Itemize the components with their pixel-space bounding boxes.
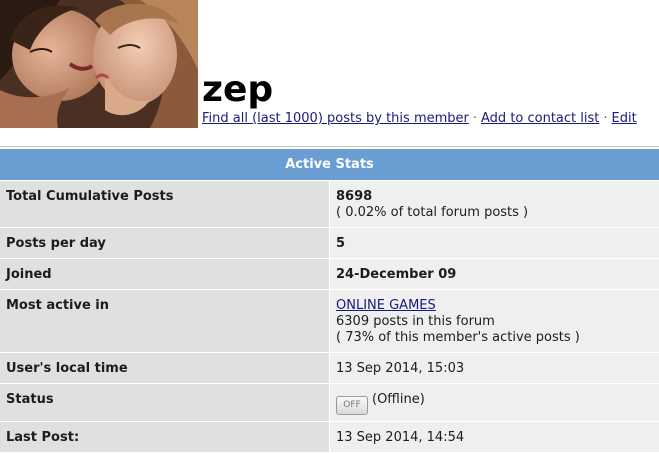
table-row: Most active in ONLINE GAMES 6309 posts i… [0,290,659,353]
total-posts-value: 8698 [336,189,659,205]
username: zep [202,70,273,110]
posts-per-day-label: Posts per day [0,228,330,259]
most-active-label: Most active in [0,290,330,353]
status-badge: OFF [336,396,368,415]
most-active-value-cell: ONLINE GAMES 6309 posts in this forum ( … [330,290,659,353]
total-posts-percent: ( 0.02% of total forum posts ) [336,205,659,221]
forum-posts-count: 6309 posts in this forum [336,314,659,330]
total-posts-label: Total Cumulative Posts [0,181,330,228]
table-row: Status OFF (Offline) [0,384,659,422]
table-row: Last Post: 13 Sep 2014, 14:54 [0,422,659,453]
forum-link-online-games[interactable]: ONLINE GAMES [336,298,436,313]
joined-label: Joined [0,259,330,290]
table-row: User's local time 13 Sep 2014, 15:03 [0,353,659,384]
table-row: Posts per day 5 [0,228,659,259]
profile-action-links: Find all (last 1000) posts by this membe… [202,111,637,127]
stats-table-title: Active Stats [0,149,659,181]
table-row: Joined 24-December 09 [0,259,659,290]
forum-posts-percent: ( 73% of this member's active posts ) [336,330,659,346]
status-text: (Offline) [372,392,425,407]
edit-link[interactable]: Edit [612,111,637,126]
active-stats-table: Active Stats Total Cumulative Posts 8698… [0,149,659,453]
local-time-label: User's local time [0,353,330,384]
last-post-label: Last Post: [0,422,330,453]
status-label: Status [0,384,330,422]
status-value-cell: OFF (Offline) [330,384,659,422]
total-posts-value-cell: 8698 ( 0.02% of total forum posts ) [330,181,659,228]
separator: · [469,111,481,126]
posts-per-day-value: 5 [330,228,659,259]
avatar-photo [0,0,198,128]
table-row: Total Cumulative Posts 8698 ( 0.02% of t… [0,181,659,228]
last-post-value: 13 Sep 2014, 14:54 [330,422,659,453]
divider [0,146,659,147]
joined-value: 24-December 09 [330,259,659,290]
add-contact-link[interactable]: Add to contact list [481,111,599,126]
local-time-value: 13 Sep 2014, 15:03 [330,353,659,384]
profile-header: zep Find all (last 1000) posts by this m… [0,0,659,128]
separator: · [599,111,611,126]
avatar [0,0,198,128]
find-posts-link[interactable]: Find all (last 1000) posts by this membe… [202,111,469,126]
